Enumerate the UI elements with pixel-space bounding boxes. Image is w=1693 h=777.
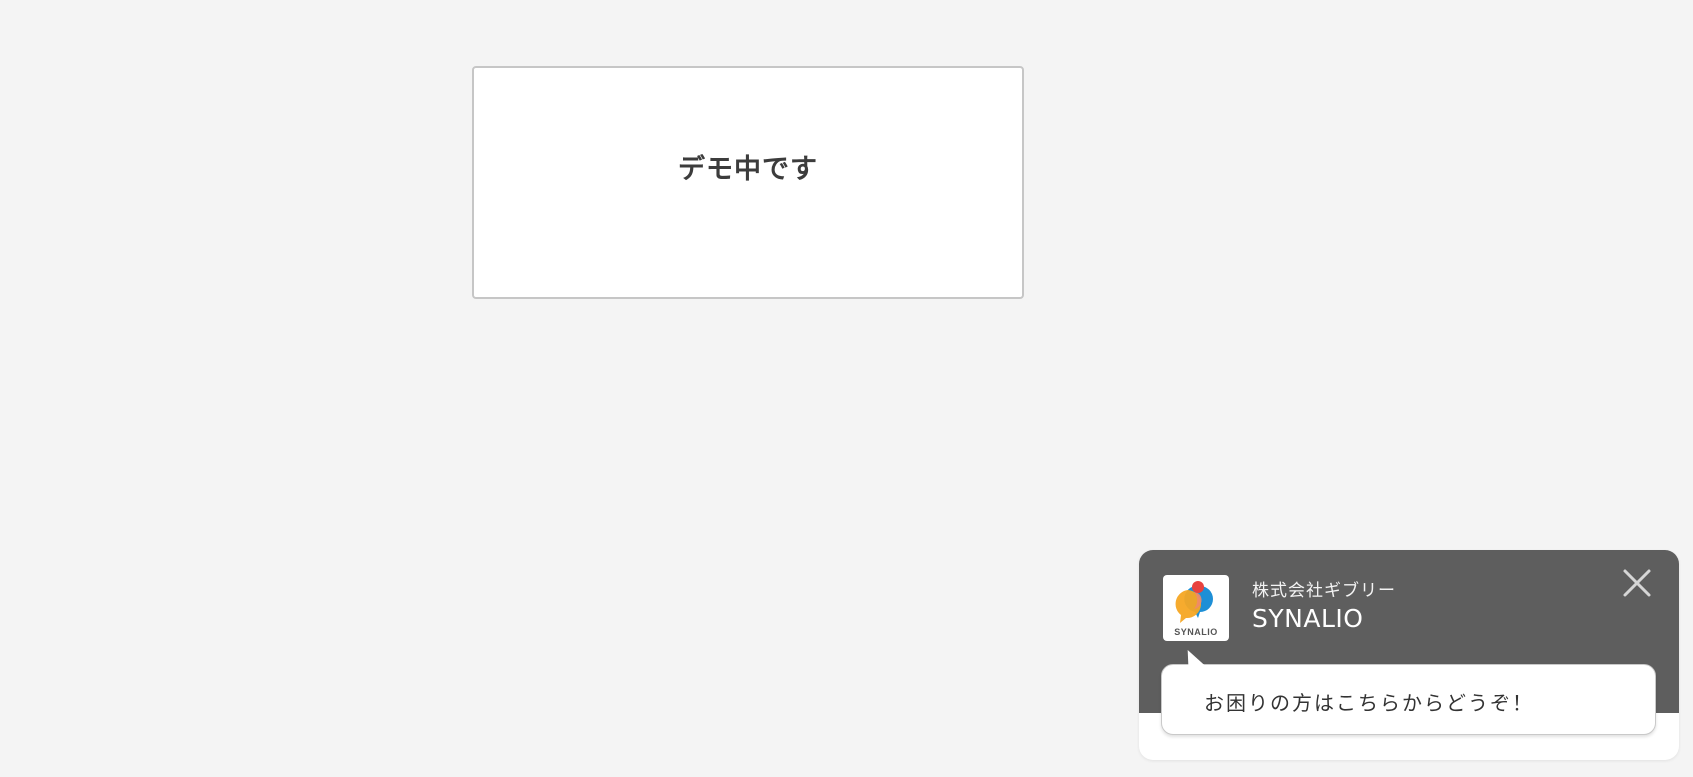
page: デモ中です SYNALIO 株式会社ギブリー SYNALIO お困りの方はこちら…: [0, 0, 1693, 777]
logo-wordmark: SYNALIO: [1174, 627, 1218, 637]
demo-message: デモ中です: [678, 153, 818, 185]
demo-panel: デモ中です: [472, 66, 1024, 299]
close-icon[interactable]: [1619, 565, 1655, 601]
speech-bubbles-logo-icon: [1175, 581, 1213, 623]
chat-prompt-bubble[interactable]: お困りの方はこちらからどうぞ！: [1161, 650, 1656, 735]
synalio-logo: SYNALIO: [1163, 575, 1229, 641]
service-name: SYNALIO: [1252, 604, 1364, 633]
close-button[interactable]: [1619, 565, 1655, 601]
chat-widget[interactable]: SYNALIO 株式会社ギブリー SYNALIO お困りの方はこちらからどうぞ！: [1139, 550, 1679, 760]
chat-prompt-text: お困りの方はこちらからどうぞ！: [1204, 691, 1534, 715]
company-name: 株式会社ギブリー: [1252, 581, 1396, 601]
